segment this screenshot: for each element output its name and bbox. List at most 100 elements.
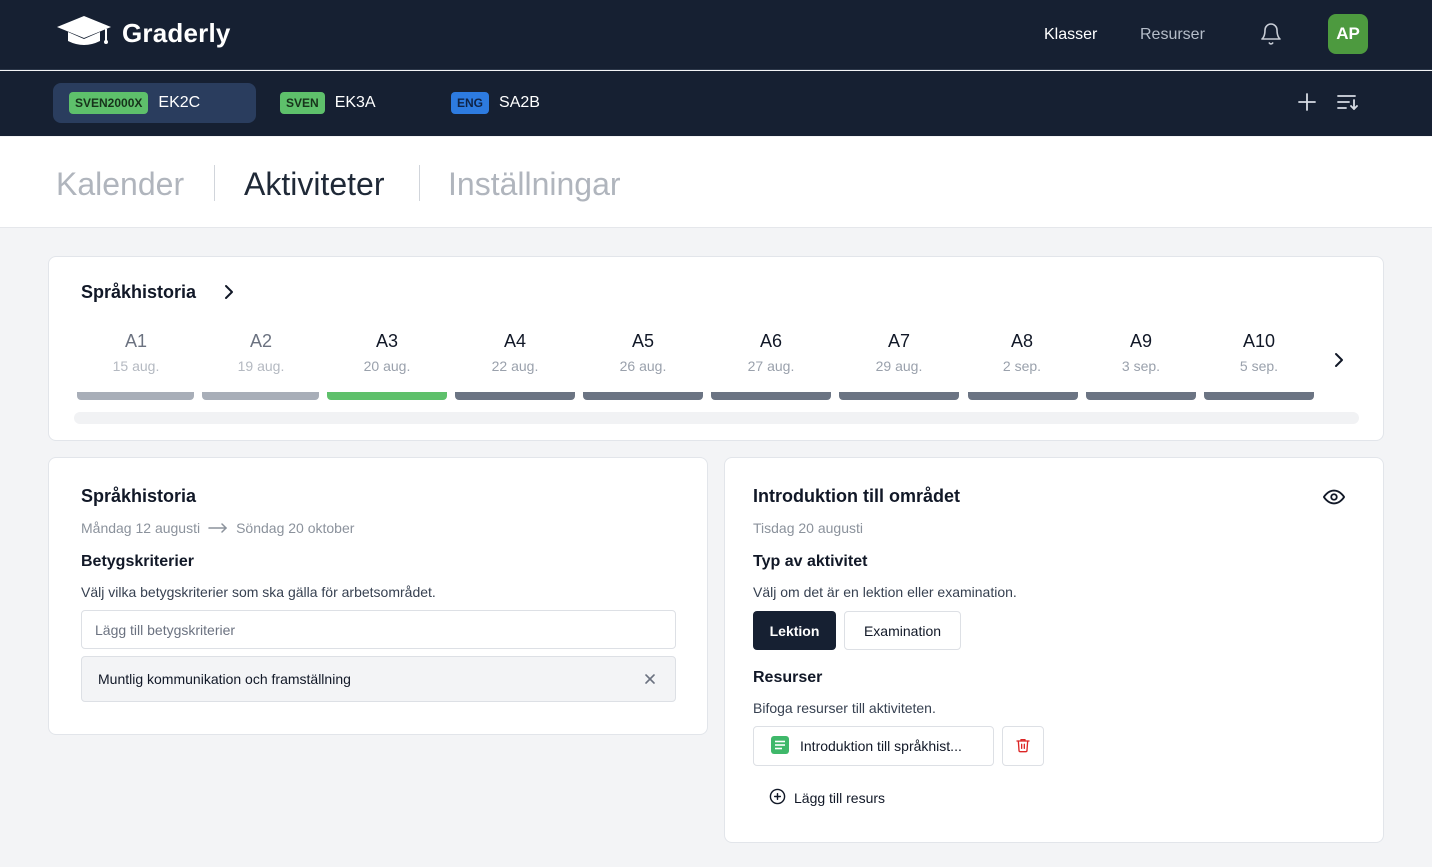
activity-item-a1[interactable]: A1 15 aug. [86,331,186,374]
chevron-right-icon[interactable] [219,282,239,302]
add-resource-button[interactable]: Lägg till resurs [769,788,885,808]
scroll-right-icon[interactable] [1329,350,1349,370]
sort-list-icon[interactable] [1336,91,1358,113]
examination-button[interactable]: Examination [844,611,961,650]
nav-link-resurser[interactable]: Resurser [1140,26,1205,44]
criteria-heading: Betygskriterier [81,553,194,570]
activity-date: 27 aug. [747,358,795,374]
criteria-description: Välj vilka betygskriterier som ska gälla… [81,584,436,600]
criteria-input[interactable]: Lägg till betygskriterier [81,610,676,649]
tab-installningar[interactable]: Inställningar [448,166,621,203]
activity-item-a8[interactable]: A8 2 sep. [972,331,1072,374]
activity-code: A5 [631,331,655,351]
activity-date: 22 aug. [491,358,539,374]
eye-icon[interactable] [1323,486,1345,513]
class-bar: SVEN2000X EK2C SVEN EK3A ENG SA2B [0,71,1432,136]
activity-item-a4[interactable]: A4 22 aug. [465,331,565,374]
resources-description: Bifoga resurser till aktiviteten. [753,700,936,716]
activity-date: 3 sep. [1121,358,1161,374]
activity-status-bar [583,392,703,400]
activity-type-heading: Typ av aktivitet [753,553,868,570]
activity-item-a3[interactable]: A3 20 aug. [337,331,437,374]
activity-code: A2 [249,331,273,351]
timeline-title[interactable]: Språkhistoria [81,282,196,303]
subject-badge: ENG [451,92,490,114]
activity-status-bar [839,392,959,400]
activity-code: A3 [375,331,399,351]
area-date-range: Måndag 12 augusti Söndag 20 oktober [81,520,354,536]
class-name: SA2B [499,94,540,111]
bell-icon[interactable] [1259,22,1283,46]
app-name: Graderly [122,17,231,48]
resource-name: Introduktion till språkhist... [800,738,962,754]
avatar[interactable]: AP [1328,14,1368,54]
activity-item-a2[interactable]: A2 19 aug. [211,331,311,374]
activity-status-bar [327,392,447,400]
activity-code: A8 [1010,331,1034,351]
activity-date: 15 aug. [112,358,160,374]
activity-code: A4 [503,331,527,351]
activity-status-bar [455,392,575,400]
resources-heading: Resurser [753,669,823,686]
activity-code: A9 [1129,331,1153,351]
activity-code: A1 [124,331,148,351]
activity-item-a9[interactable]: A9 3 sep. [1091,331,1191,374]
criteria-chip-label: Muntlig kommunikation och framställning [98,671,351,687]
page-tabs: Kalender Aktiviteter Inställningar [0,137,1432,228]
close-icon[interactable] [643,672,657,689]
activity-status-bar [202,392,319,400]
activity-date: 20 aug. [363,358,411,374]
delete-resource-button[interactable] [1002,726,1044,766]
criteria-input-placeholder: Lägg till betygskriterier [95,621,236,638]
activity-item-a7[interactable]: A7 29 aug. [849,331,949,374]
area-end-date: Söndag 20 oktober [236,520,355,536]
class-name: EK2C [158,94,201,111]
area-details-card: Språkhistoria Måndag 12 augusti Söndag 2… [48,457,708,735]
lektion-button[interactable]: Lektion [753,611,836,650]
document-icon [770,735,790,758]
criteria-chip: Muntlig kommunikation och framställning [81,656,676,702]
add-class-icon[interactable] [1296,91,1318,113]
activity-item-a6[interactable]: A6 27 aug. [721,331,821,374]
class-tab-ek2c[interactable]: SVEN2000X EK2C [53,83,256,123]
trash-icon [1015,737,1031,756]
resource-item[interactable]: Introduktion till språkhist... [753,726,994,766]
activity-date: 19 aug. [237,358,285,374]
activity-date: 29 aug. [875,358,923,374]
tab-divider [419,165,420,201]
subject-badge: SVEN [280,92,325,114]
activity-code: A7 [887,331,911,351]
activity-status-bar [968,392,1078,400]
area-title: Språkhistoria [81,486,197,506]
activity-status-bar [1086,392,1196,400]
activity-code: A10 [1242,331,1276,351]
activity-item-a10[interactable]: A10 5 sep. [1209,331,1309,374]
graduation-cap-icon [56,15,112,52]
arrow-right-icon [208,520,228,536]
plus-circle-icon [769,788,786,808]
top-navbar: Graderly Klasser Resurser AP [0,0,1432,70]
area-start-date: Måndag 12 augusti [81,520,201,536]
activity-title: Introduktion till området [753,486,960,506]
activity-date: 5 sep. [1239,358,1279,374]
activity-type-description: Välj om det är en lektion eller examinat… [753,584,1017,600]
activity-item-a5[interactable]: A5 26 aug. [593,331,693,374]
activity-status-bar [1204,392,1314,400]
nav-link-klasser[interactable]: Klasser [1044,26,1097,44]
activity-details-card: Introduktion till området Tisdag 20 augu… [724,457,1384,843]
activity-timeline-card: Språkhistoria A1 15 aug. A2 19 aug. A3 20 aug… [48,256,1384,441]
tab-divider [214,165,215,201]
activity-status-bar [77,392,194,400]
activity-status-bar [711,392,831,400]
activity-code: A6 [759,331,783,351]
tab-kalender[interactable]: Kalender [56,166,184,203]
class-tab-sa2b[interactable]: ENG SA2B [435,83,595,123]
logo[interactable]: Graderly [56,15,231,52]
activity-date: Tisdag 20 augusti [753,520,863,536]
activity-date: 2 sep. [1002,358,1042,374]
tab-aktiviteter[interactable]: Aktiviteter [244,166,384,203]
timeline-scrollbar[interactable] [74,412,1359,424]
class-tab-ek3a[interactable]: SVEN EK3A [264,83,424,123]
class-name: EK3A [334,94,376,111]
subject-badge: SVEN2000X [69,92,149,114]
